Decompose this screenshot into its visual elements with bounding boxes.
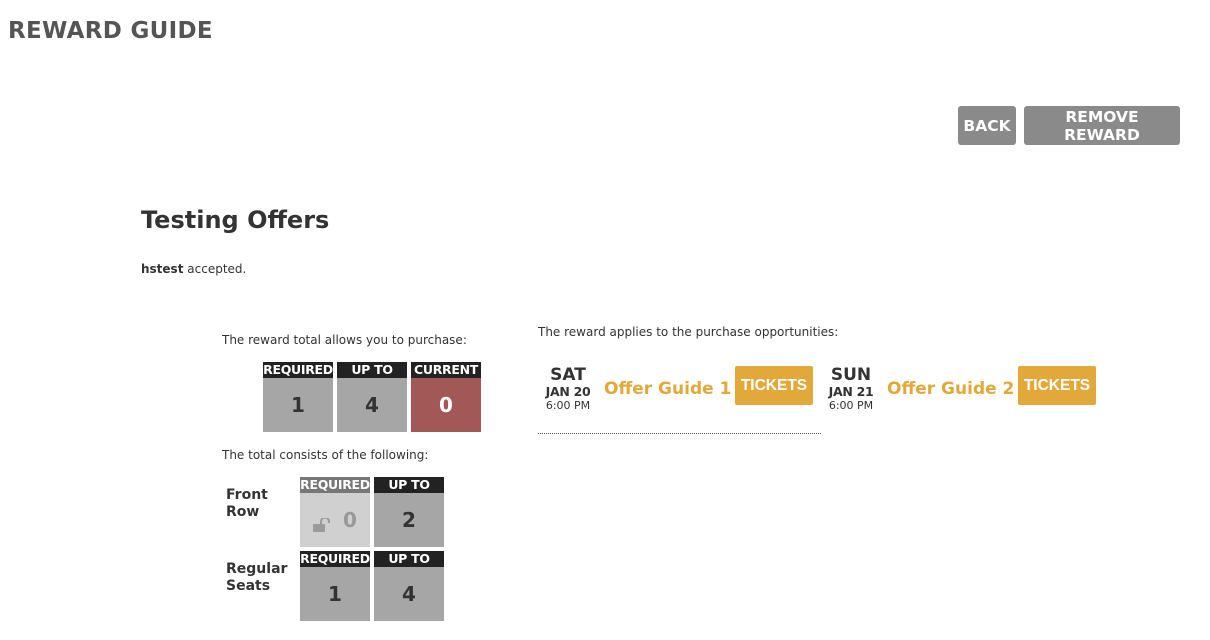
tickets-button[interactable]: TICKETS	[1018, 366, 1096, 405]
event-name-link[interactable]: Offer Guide 2	[887, 379, 1018, 399]
top-actions: BACK REMOVE REWARD	[958, 106, 1180, 145]
event-weekday: SAT	[550, 365, 586, 385]
category-name-line: Row	[226, 504, 260, 520]
front-row-required-box: REQUIRED 0	[300, 477, 370, 547]
category-name-line: Seats	[226, 578, 271, 594]
box-value: 4	[374, 567, 444, 621]
divider	[538, 433, 821, 434]
box-value-locked: 0	[300, 493, 370, 547]
accepted-suffix: accepted.	[183, 262, 247, 276]
front-row-upto-box: UP TO 2	[374, 477, 444, 547]
tickets-button[interactable]: TICKETS	[735, 366, 813, 405]
opportunities-intro: The reward applies to the purchase oppor…	[538, 325, 839, 339]
category-name-line: Front	[226, 487, 268, 503]
page-title: REWARD GUIDE	[8, 18, 213, 44]
accepted-message: hstest accepted.	[141, 262, 246, 276]
box-value: 1	[300, 567, 370, 621]
front-row-boxes: REQUIRED 0 UP TO 2	[300, 477, 444, 547]
box-header: REQUIRED	[300, 477, 370, 493]
box-value: 1	[263, 378, 333, 432]
summary-upto-box: UP TO 4	[337, 362, 407, 432]
summary-current-box: CURRENT 0	[411, 362, 481, 432]
box-header: CURRENT	[411, 362, 481, 378]
remove-reward-button[interactable]: REMOVE REWARD	[1024, 106, 1180, 145]
box-header: REQUIRED	[263, 362, 333, 378]
category-label-front-row: Front Row	[226, 487, 268, 521]
accepted-code: hstest	[141, 262, 184, 276]
box-value: 0	[411, 378, 481, 432]
event-item: SAT JAN 20 6:00 PM Offer Guide 1 TICKETS	[536, 366, 813, 413]
box-value: 2	[374, 493, 444, 547]
regular-seats-upto-box: UP TO 4	[374, 551, 444, 621]
offer-title: Testing Offers	[141, 206, 330, 234]
box-value: 0	[343, 508, 357, 532]
category-name-line: Regular	[226, 561, 288, 577]
box-header: UP TO	[374, 551, 444, 567]
box-header: UP TO	[337, 362, 407, 378]
category-label-regular-seats: Regular Seats	[226, 561, 287, 595]
event-day: JAN 21	[828, 384, 874, 399]
event-item: SUN JAN 21 6:00 PM Offer Guide 2 TICKETS	[819, 366, 1096, 413]
event-name-link[interactable]: Offer Guide 1	[604, 379, 735, 399]
box-value: 4	[337, 378, 407, 432]
event-date: SAT JAN 20 6:00 PM	[536, 366, 600, 413]
regular-seats-boxes: REQUIRED 1 UP TO 4	[300, 551, 444, 621]
box-header: UP TO	[374, 477, 444, 493]
regular-seats-required-box: REQUIRED 1	[300, 551, 370, 621]
back-button[interactable]: BACK	[958, 106, 1016, 145]
summary-boxes: REQUIRED 1 UP TO 4 CURRENT 0	[263, 362, 481, 432]
unlocked-padlock-icon	[313, 513, 333, 532]
summary-intro: The reward total allows you to purchase:	[222, 333, 467, 347]
box-header: REQUIRED	[300, 551, 370, 567]
breakdown-intro: The total consists of the following:	[222, 448, 429, 462]
summary-required-box: REQUIRED 1	[263, 362, 333, 432]
event-date: SUN JAN 21 6:00 PM	[819, 366, 883, 413]
event-day: JAN 20	[545, 384, 591, 399]
event-time: 6:00 PM	[828, 399, 874, 412]
event-time: 6:00 PM	[545, 399, 591, 412]
event-weekday: SUN	[830, 365, 872, 385]
